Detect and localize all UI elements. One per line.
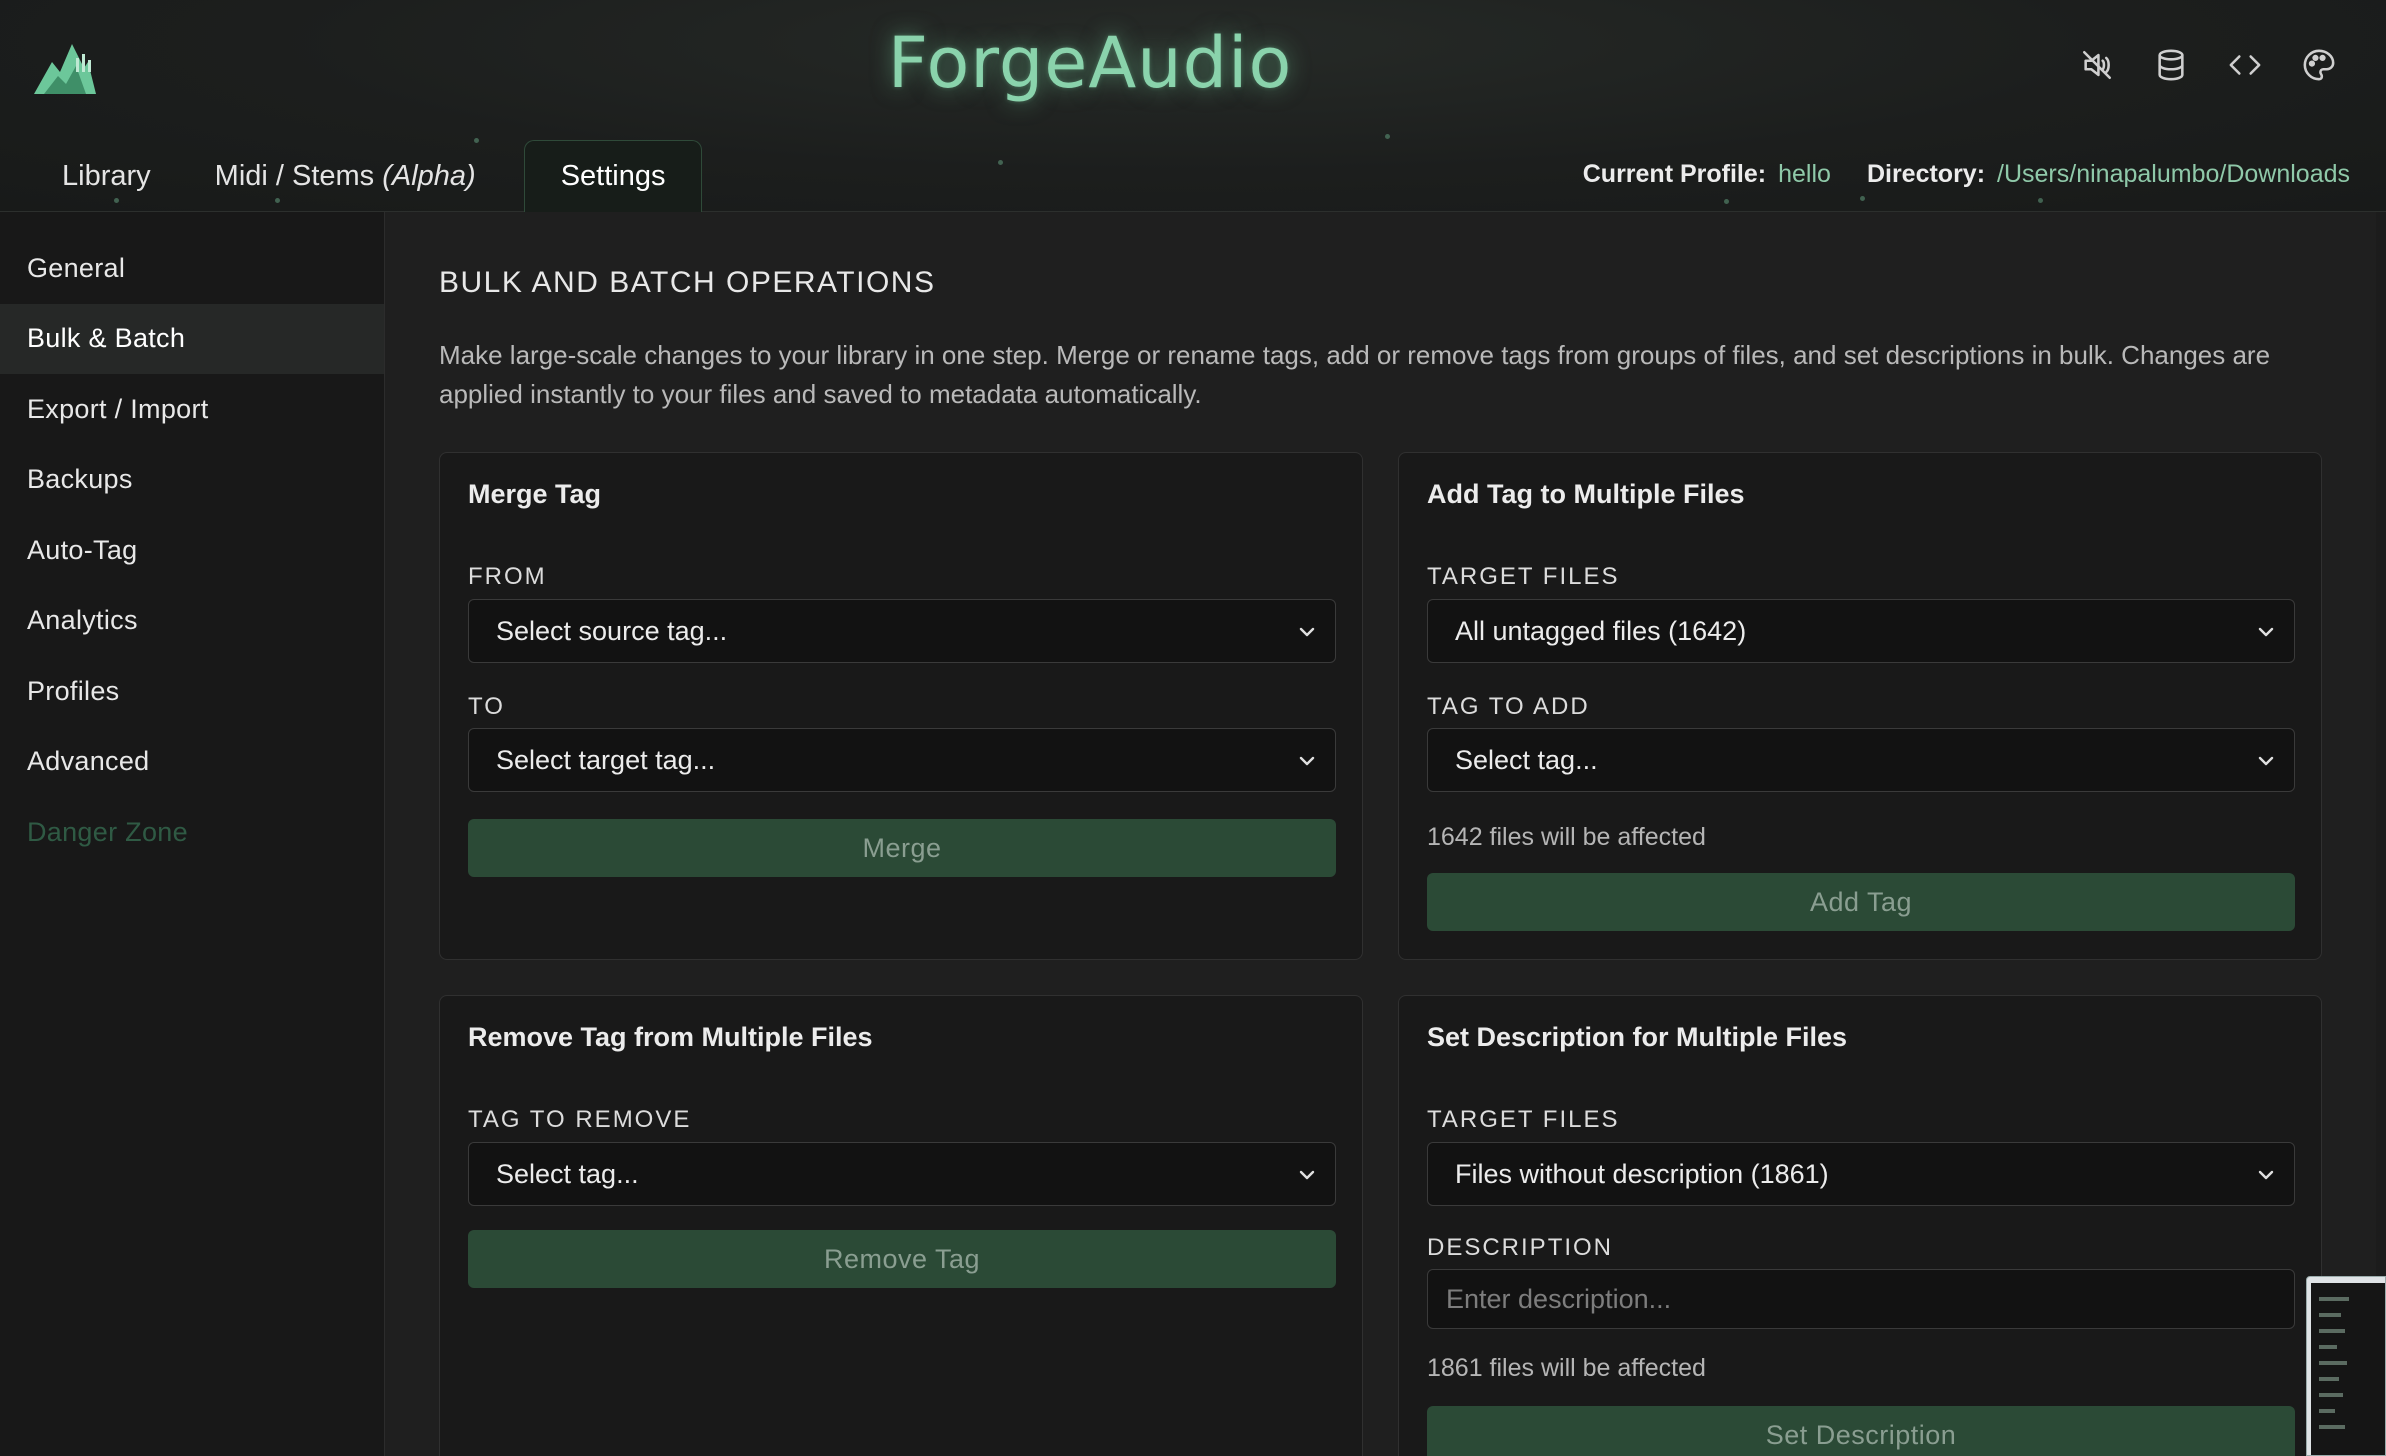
set-description-button[interactable]: Set Description [1427, 1406, 2295, 1456]
tag-to-remove-value: Select tag... [496, 1158, 639, 1189]
sidebar-item-backups[interactable]: Backups [0, 445, 384, 516]
add-tag-title: Add Tag to Multiple Files [1427, 479, 1745, 509]
palette-icon[interactable] [2302, 48, 2336, 82]
add-tag-button[interactable]: Add Tag [1427, 873, 2295, 931]
tab-library[interactable]: Library [30, 140, 183, 212]
page-title: BULK AND BATCH OPERATIONS [439, 266, 936, 299]
directory-label: Directory: [1866, 160, 1986, 188]
tag-to-remove-label: TAG TO REMOVE [468, 1106, 692, 1133]
tag-to-remove-select[interactable]: Select tag... [468, 1142, 1336, 1206]
description-target-files-value: Files without description (1861) [1455, 1158, 1829, 1189]
settings-sidebar: General Bulk & Batch Export / Import Bac… [0, 212, 385, 1456]
merge-button[interactable]: Merge [468, 819, 1336, 877]
chevron-down-icon [2258, 627, 2274, 637]
main-scrollbar[interactable] [2376, 212, 2386, 1456]
description-input[interactable]: Enter description... [1427, 1269, 2295, 1329]
database-icon[interactable] [2154, 48, 2188, 82]
tab-settings[interactable]: Settings [523, 140, 703, 212]
directory-value[interactable]: /Users/ninapalumbo/Downloads [1997, 160, 2350, 189]
target-files-label: TARGET FILES [1427, 563, 1620, 590]
sidebar-item-danger-zone[interactable]: Danger Zone [0, 797, 384, 868]
chevron-down-icon [1299, 756, 1315, 766]
source-tag-select[interactable]: Select source tag... [468, 599, 1336, 663]
remove-tag-card: Remove Tag from Multiple Files TAG TO RE… [439, 995, 1363, 1456]
description-target-files-select[interactable]: Files without description (1861) [1427, 1142, 2295, 1206]
sidebar-item-export-import[interactable]: Export / Import [0, 374, 384, 445]
target-files-label: TARGET FILES [1427, 1106, 1620, 1133]
profile-info: Current Profile: hello Directory: /Users… [1583, 160, 2350, 189]
target-tag-select[interactable]: Select target tag... [468, 728, 1336, 792]
current-profile-label: Current Profile: [1582, 160, 1767, 188]
source-tag-value: Select source tag... [496, 615, 728, 646]
code-icon[interactable] [2228, 48, 2262, 82]
chevron-down-icon [1299, 1170, 1315, 1180]
target-files-value: All untagged files (1642) [1455, 615, 1747, 646]
sidebar-item-advanced[interactable]: Advanced [0, 727, 384, 798]
tag-to-add-value: Select tag... [1455, 744, 1598, 775]
sidebar-item-analytics[interactable]: Analytics [0, 586, 384, 657]
description-label: DESCRIPTION [1427, 1234, 1614, 1261]
set-description-card: Set Description for Multiple Files TARGE… [1398, 995, 2322, 1456]
target-files-select[interactable]: All untagged files (1642) [1427, 599, 2295, 663]
chevron-down-icon [2258, 756, 2274, 766]
speaker-muted-icon[interactable] [2080, 48, 2114, 82]
tag-to-add-select[interactable]: Select tag... [1427, 728, 2295, 792]
affected-count: 1861 files will be affected [1427, 1354, 1706, 1382]
app-header: ForgeAudio Library Midi / Stems (Alpha) … [0, 0, 2386, 212]
page-description: Make large-scale changes to your library… [439, 340, 2271, 409]
screenshot-thumbnail[interactable] [2306, 1276, 2386, 1456]
main-content: BULK AND BATCH OPERATIONS Make large-sca… [386, 212, 2376, 1456]
remove-tag-title: Remove Tag from Multiple Files [468, 1022, 873, 1052]
sidebar-item-auto-tag[interactable]: Auto-Tag [0, 515, 384, 586]
remove-tag-button[interactable]: Remove Tag [468, 1230, 1336, 1288]
sidebar-item-bulk-batch[interactable]: Bulk & Batch [0, 303, 384, 374]
add-tag-card: Add Tag to Multiple Files TARGET FILES A… [1398, 452, 2322, 960]
to-label: TO [468, 693, 505, 720]
main-tabs: Library Midi / Stems (Alpha) Settings [30, 140, 703, 212]
target-tag-value: Select target tag... [496, 744, 716, 775]
app-title: ForgeAudio [887, 22, 1293, 104]
tag-to-add-label: TAG TO ADD [1427, 693, 1590, 720]
sidebar-item-general[interactable]: General [0, 233, 384, 304]
merge-tag-card: Merge Tag FROM Select source tag... TO S… [439, 452, 1363, 960]
merge-tag-title: Merge Tag [468, 479, 602, 509]
chevron-down-icon [1299, 627, 1315, 637]
chevron-down-icon [2258, 1170, 2274, 1180]
affected-count: 1642 files will be affected [1427, 823, 1706, 851]
from-label: FROM [468, 563, 547, 590]
sidebar-item-profiles[interactable]: Profiles [0, 656, 384, 727]
set-description-title: Set Description for Multiple Files [1427, 1022, 1848, 1052]
current-profile-value[interactable]: hello [1778, 160, 1831, 189]
tab-midi-stems[interactable]: Midi / Stems (Alpha) [183, 140, 508, 212]
